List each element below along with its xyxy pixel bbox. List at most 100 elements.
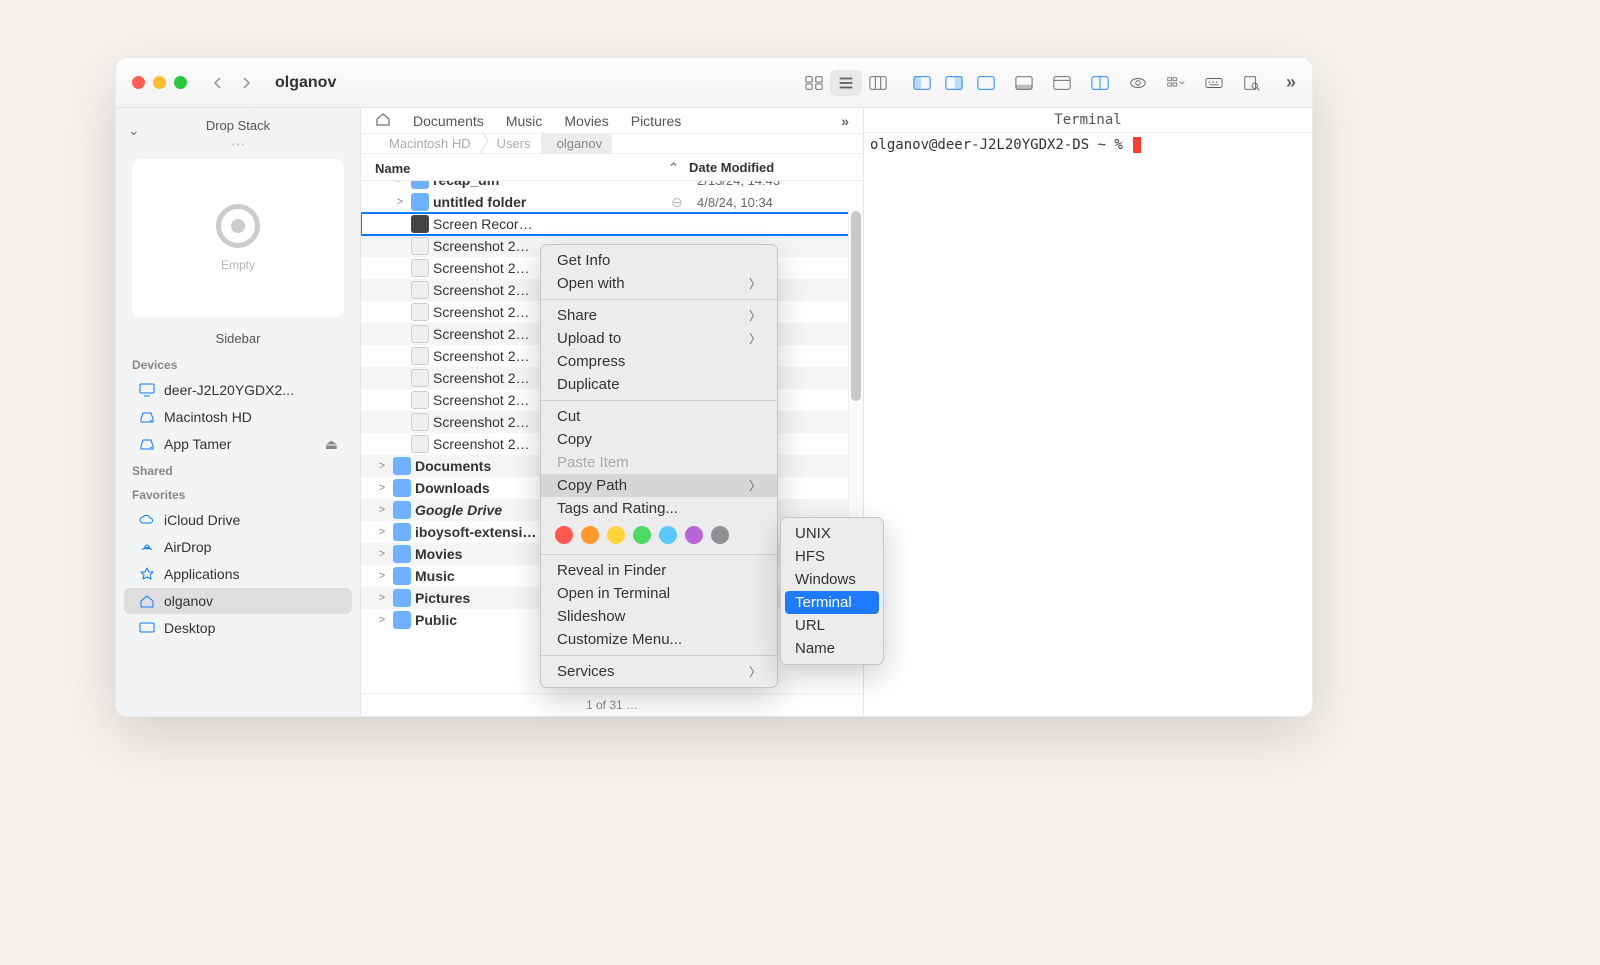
sidebar-item[interactable]: AirDrop (124, 534, 352, 560)
tag-dot[interactable] (607, 526, 625, 544)
submenu-item[interactable]: HFS (781, 545, 883, 568)
sidebar-item[interactable]: deer-J2L20YGDX2... (124, 377, 352, 403)
sidebar-item-label: iCloud Drive (164, 512, 240, 528)
file-icon (411, 391, 429, 409)
file-icon (393, 567, 411, 585)
tab[interactable]: Movies (564, 113, 608, 129)
menu-item[interactable]: Duplicate (541, 373, 777, 396)
ellipsis-icon[interactable]: ⋯ (116, 135, 360, 153)
menu-item[interactable]: Open in Terminal (541, 582, 777, 605)
sidebar-item[interactable]: Macintosh HD (124, 404, 352, 430)
toolbar-overflow[interactable]: » (1286, 72, 1296, 93)
split-left-icon[interactable] (906, 70, 938, 96)
sidebar-item[interactable]: iCloud Drive (124, 507, 352, 533)
tag-dot[interactable] (555, 526, 573, 544)
menu-item[interactable]: Services〉 (541, 660, 777, 683)
file-row[interactable]: >untitled folder⊖4/8/24, 10:34 (361, 191, 863, 213)
sidebar-item[interactable]: olganov (124, 588, 352, 614)
sidebar-item[interactable]: Desktop (124, 615, 352, 641)
terminal-body[interactable]: olganov@deer-J2L20YGDX2-DS ~ % (864, 133, 1312, 157)
disclosure-icon[interactable]: > (375, 592, 389, 604)
sidebar-item-label: Applications (164, 566, 240, 582)
tag-dot[interactable] (711, 526, 729, 544)
col-date[interactable]: Date Modified (679, 160, 849, 176)
dropstack-zone[interactable]: Empty (132, 159, 344, 317)
menu-item[interactable]: Reveal in Finder (541, 559, 777, 582)
split-right-icon[interactable] (970, 70, 1002, 96)
split-center-icon[interactable] (938, 70, 970, 96)
menu-item[interactable]: Slideshow (541, 605, 777, 628)
file-icon (411, 259, 429, 277)
breadcrumb-item[interactable]: Users (481, 133, 541, 154)
minimize-button[interactable] (153, 76, 166, 89)
disclosure-icon[interactable]: > (375, 614, 389, 626)
display-icon (138, 381, 156, 399)
menu-item[interactable]: Tags and Rating... (541, 497, 777, 520)
terminal-title: Terminal (864, 108, 1312, 133)
view-columns[interactable] (862, 70, 894, 96)
tag-dot[interactable] (633, 526, 651, 544)
tag-dot[interactable] (659, 526, 677, 544)
breadcrumb-item[interactable]: Macintosh HD (373, 133, 481, 154)
menu-item[interactable]: Upload to〉 (541, 327, 777, 350)
disclosure-icon[interactable]: > (375, 460, 389, 472)
disclosure-icon[interactable]: > (375, 548, 389, 560)
col-name[interactable]: Name⌃ (375, 160, 679, 176)
actions-icon[interactable] (1160, 70, 1192, 96)
forward-button[interactable] (235, 72, 257, 94)
tabs-overflow[interactable]: » (841, 113, 849, 129)
tab[interactable]: Pictures (631, 113, 682, 129)
preview-icon[interactable] (1122, 70, 1154, 96)
disclosure-icon[interactable]: > (393, 181, 407, 186)
disclosure-icon[interactable]: > (375, 570, 389, 582)
breadcrumb-item[interactable]: olganov (541, 133, 613, 154)
tab[interactable]: Documents (413, 113, 484, 129)
menu-item[interactable]: Open with〉 (541, 272, 777, 295)
tag-dot[interactable] (685, 526, 703, 544)
tab[interactable]: Music (506, 113, 543, 129)
sort-asc-icon[interactable]: ⌃ (668, 160, 679, 176)
file-row[interactable]: Screen Recor… (361, 213, 863, 235)
back-button[interactable] (207, 72, 229, 94)
eject-icon[interactable]: ⏏ (325, 436, 338, 453)
sidebar-item-label: App Tamer (164, 436, 231, 452)
search-icon[interactable] (1236, 70, 1268, 96)
menu-item[interactable]: Compress (541, 350, 777, 373)
scroll-thumb[interactable] (851, 211, 861, 401)
keyboard-icon[interactable] (1198, 70, 1230, 96)
file-row[interactable]: >recap_diff2/13/24, 14:43 (361, 181, 863, 191)
menu-item[interactable]: Customize Menu... (541, 628, 777, 651)
sidebar-item[interactable]: Applications (124, 561, 352, 587)
submenu-item[interactable]: UNIX (781, 522, 883, 545)
tag-dot[interactable] (581, 526, 599, 544)
home-tab-icon[interactable] (375, 112, 391, 129)
menu-item[interactable]: Get Info (541, 249, 777, 272)
submenu-item[interactable]: Windows (781, 568, 883, 591)
panel-split-icon[interactable] (1084, 70, 1116, 96)
file-icon (393, 457, 411, 475)
menu-item[interactable]: Copy (541, 428, 777, 451)
submenu-item[interactable]: Terminal (785, 591, 879, 614)
disclosure-icon[interactable]: > (375, 526, 389, 538)
collapse-icon[interactable]: ⌄ (128, 122, 140, 139)
submenu-arrow-icon: 〉 (749, 307, 761, 324)
window-title: olganov (275, 74, 336, 92)
sidebar-category: Shared (116, 458, 360, 482)
sidebar-item-label: Macintosh HD (164, 409, 252, 425)
disclosure-icon[interactable]: > (375, 504, 389, 516)
menu-item[interactable]: Share〉 (541, 304, 777, 327)
submenu-item[interactable]: URL (781, 614, 883, 637)
sidebar-item[interactable]: App Tamer ⏏ (124, 431, 352, 457)
disclosure-icon[interactable]: > (393, 196, 407, 208)
menu-item[interactable]: Copy Path〉 (541, 474, 777, 497)
panel-window-icon[interactable] (1046, 70, 1078, 96)
menu-item[interactable]: Cut (541, 405, 777, 428)
menu-item-label: Copy (557, 431, 592, 448)
panel-bottom-icon[interactable] (1008, 70, 1040, 96)
zoom-button[interactable] (174, 76, 187, 89)
view-icon-grid[interactable] (798, 70, 830, 96)
disclosure-icon[interactable]: > (375, 482, 389, 494)
view-list[interactable] (830, 70, 862, 96)
close-button[interactable] (132, 76, 145, 89)
submenu-item[interactable]: Name (781, 637, 883, 660)
